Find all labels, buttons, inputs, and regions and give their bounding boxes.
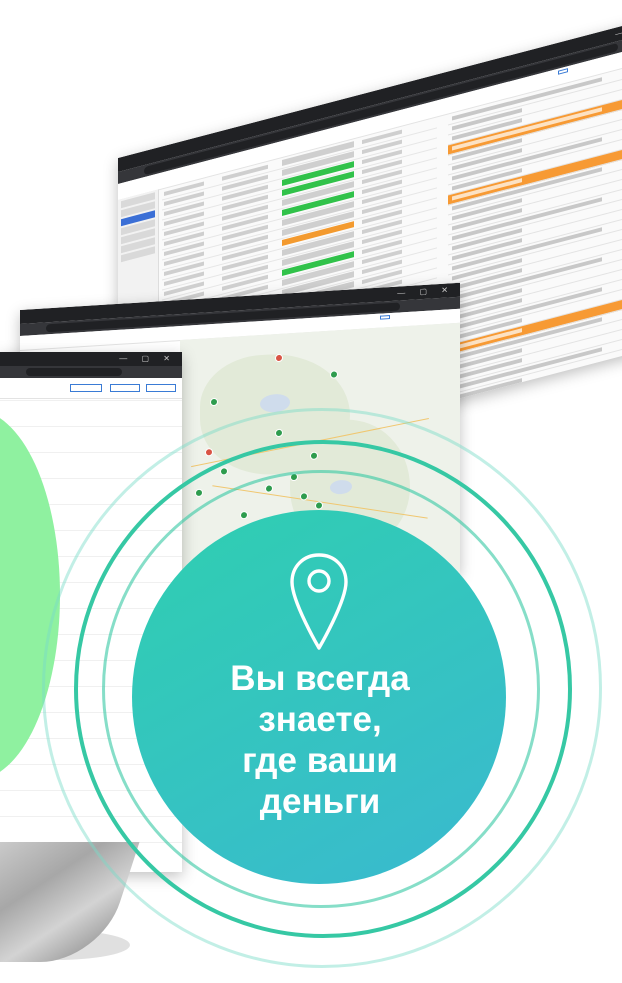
- browser-titlebar: — ▢ ✕: [0, 352, 182, 366]
- window-controls-icon: — ▢ ✕: [397, 285, 454, 298]
- slogan-line: знаете,: [258, 700, 382, 739]
- promo-banner: — ▢ ✕ — ▢ ✕: [0, 0, 622, 983]
- slogan-line: деньги: [259, 782, 381, 821]
- event-text: [452, 408, 522, 431]
- slogan-line: где ваши: [242, 741, 398, 780]
- location-pin-icon: [290, 553, 348, 650]
- browser-address-bar: [0, 366, 182, 378]
- wallet-chip: [380, 315, 390, 320]
- filter-chip: [110, 384, 140, 392]
- grid-line: [0, 426, 182, 427]
- slogan-text: Вы всегда знаете, где ваши деньги: [170, 658, 470, 822]
- filter-chip: [146, 384, 176, 392]
- slogan-line: Вы всегда: [230, 659, 410, 698]
- map-marker: [330, 370, 338, 379]
- app-toolbar: [0, 378, 182, 399]
- window-controls-icon: — ▢ ✕: [615, 15, 622, 39]
- event-text: [452, 418, 522, 441]
- wallet-chip: [70, 384, 102, 392]
- grid-line: [0, 400, 182, 401]
- window-controls-icon: — ▢ ✕: [119, 354, 176, 363]
- events-list: [448, 56, 622, 446]
- url-field: [26, 368, 122, 376]
- wallet-chip: [558, 68, 568, 75]
